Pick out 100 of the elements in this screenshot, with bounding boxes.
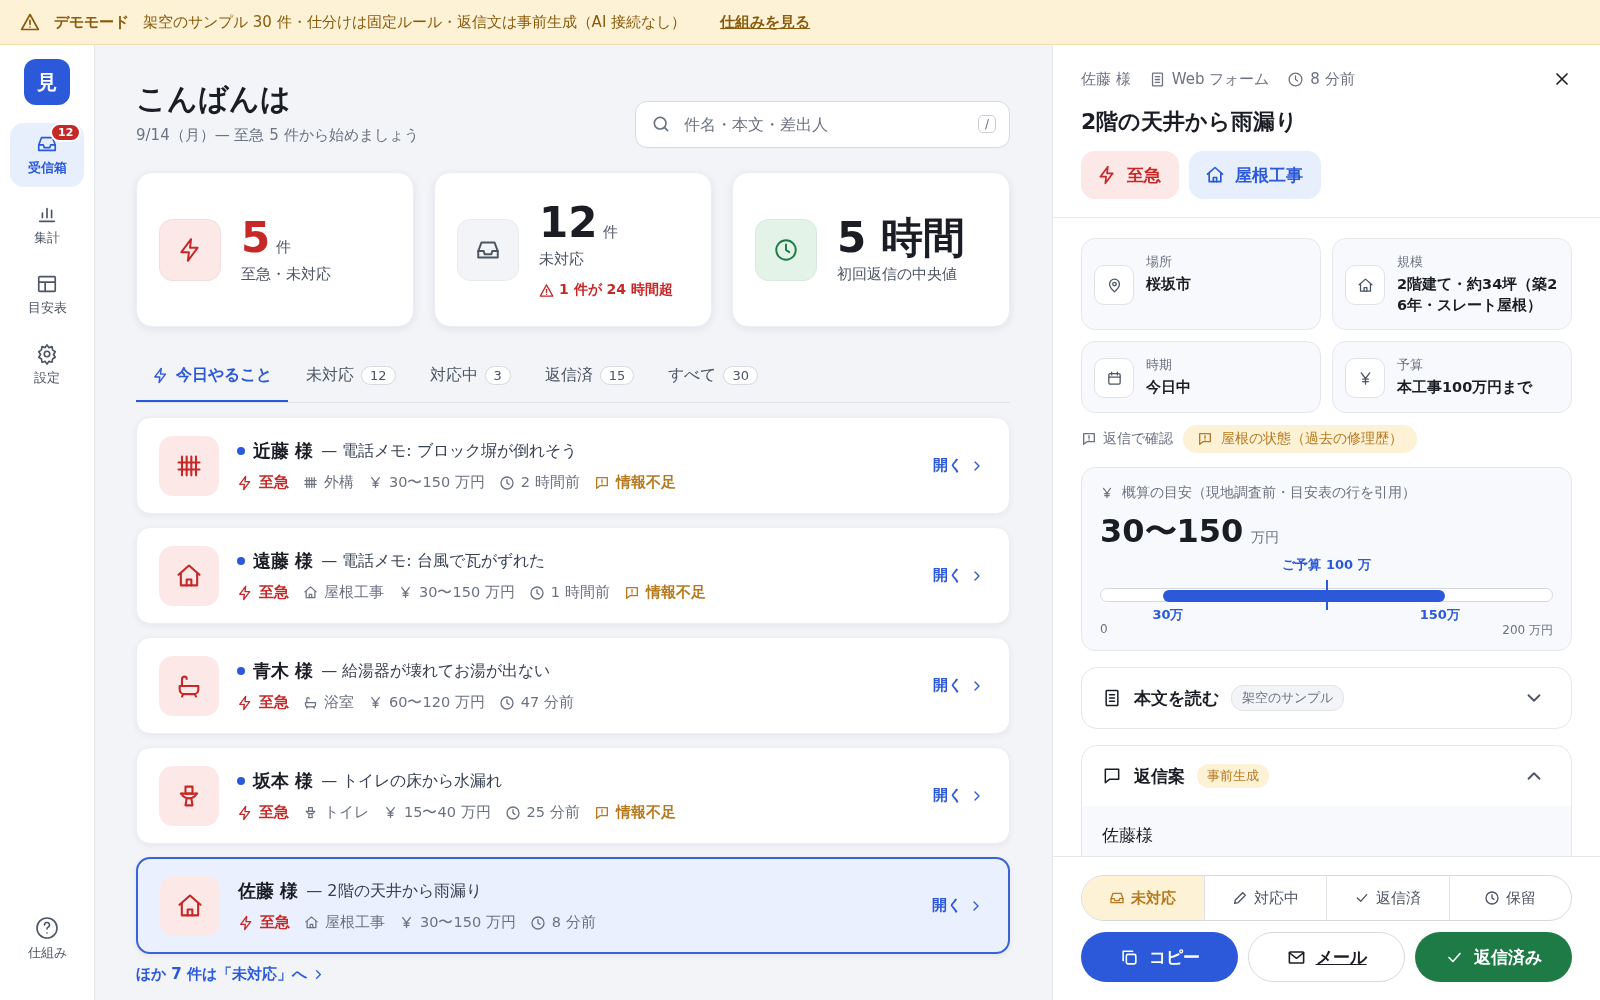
received-time: 2 時間前 (520, 473, 580, 492)
received-time: 25 分前 (526, 803, 580, 822)
speech-bubble-icon (1102, 766, 1122, 786)
section-header[interactable]: 本文を読む 架空のサンプル (1082, 668, 1571, 728)
clock-icon (498, 474, 515, 491)
priority-label: 至急 (259, 583, 289, 602)
category-label: 浴室 (324, 693, 354, 712)
confirm-chip: 屋根の状態（過去の修理歴） (1183, 425, 1417, 453)
inquiry-subject: — 電話メモ: ブロック塀が倒れそう (321, 440, 577, 462)
lightning-icon (1097, 165, 1117, 185)
stat-value: 12 (539, 199, 598, 247)
inquiry-card[interactable]: 坂本 様 — トイレの床から水漏れ 至急 トイレ 15〜40 万円 25 分前 情報不足 開く (136, 747, 1010, 844)
stat-value: 5 (241, 214, 271, 262)
stat-label: 未対応 (539, 250, 585, 270)
filter-tab[interactable]: すべて 30 (652, 353, 774, 402)
lightning-icon (238, 914, 254, 931)
app-logo[interactable]: 見 (24, 59, 70, 105)
inquiry-card[interactable]: 近藤 様 — 電話メモ: ブロック塀が倒れそう 至急 外構 30〜150 万円 2 時間前 情報不足 開く (136, 417, 1010, 514)
overdue-warning-text: 1 件が 24 時間超 (559, 281, 673, 300)
inquiry-card[interactable]: 青木 様 — 給湯器が壊れてお湯が出ない 至急 浴室 60〜120 万円 47 分前 開く (136, 637, 1010, 734)
open-link[interactable]: 開く (933, 456, 985, 475)
sender-name: 佐藤 様 (1081, 69, 1131, 89)
section-badge: 架空のサンプル (1231, 685, 1344, 711)
inquiry-card[interactable]: 遠藤 様 — 電話メモ: 台風で瓦がずれた 至急 屋根工事 30〜150 万円 1 時間前 情報不足 開く (136, 527, 1010, 624)
filter-tab[interactable]: 今日やること (136, 353, 288, 402)
filter-tab[interactable]: 対応中 3 (413, 353, 527, 402)
range-low-label: 30万 (1152, 606, 1184, 624)
open-link[interactable]: 開く (933, 566, 985, 585)
status-option[interactable]: 保留 (1448, 876, 1571, 920)
lightning-icon (237, 584, 253, 601)
toilet-icon (303, 805, 318, 820)
inquiry-card[interactable]: 佐藤 様 — 2階の天井から雨漏り 至急 屋根工事 30〜150 万円 8 分前 開く (136, 857, 1010, 954)
inquiry-title: 2階の天井から雨漏り (1081, 108, 1300, 136)
question-bubble-icon (593, 804, 610, 821)
category-label: トイレ (324, 803, 369, 822)
budget-marker-label: ご予算 100 万 (1282, 556, 1371, 574)
house-icon (1356, 276, 1374, 294)
inbox-icon (1109, 890, 1126, 906)
channel-label: Web フォーム (1171, 69, 1270, 89)
nav-item[interactable]: 12 受信箱 (10, 123, 84, 187)
copy-icon (1119, 947, 1139, 967)
priority-label: 至急 (259, 803, 289, 822)
fact-value: 桜坂市 (1146, 275, 1191, 294)
status-option[interactable]: 対応中 (1203, 876, 1326, 920)
question-bubble-icon (1197, 431, 1213, 447)
open-link[interactable]: 開く (933, 786, 985, 805)
fact-label: 時期 (1146, 356, 1173, 374)
budget-range: 30〜150 万円 (420, 913, 516, 932)
help-icon (35, 916, 59, 940)
clock-icon (528, 584, 545, 601)
count-badge: 15 (599, 366, 635, 385)
filter-tab[interactable]: 未対応 12 (290, 353, 412, 402)
house-icon (304, 915, 319, 930)
section-title: 本文を読む (1134, 686, 1219, 710)
open-link[interactable]: 開く (933, 676, 985, 695)
yen-icon (398, 585, 413, 600)
received-time: 47 分前 (520, 693, 574, 712)
clock-icon (1287, 70, 1305, 88)
section-badge: 事前生成 (1197, 764, 1269, 788)
yen-icon (383, 805, 398, 820)
more-inquiries-link[interactable]: ほか 7 件は「未対応」へ (136, 965, 326, 984)
bathtub-icon (303, 695, 318, 710)
filter-tab[interactable]: 返信済 15 (528, 353, 651, 402)
missing-info-label: 情報不足 (615, 473, 676, 492)
help-nav-item[interactable]: 仕組み (10, 906, 84, 972)
estimate-unit: 万円 (1251, 529, 1280, 547)
nav-item[interactable]: 目安表 (10, 263, 84, 327)
section-title: 返信案 (1134, 764, 1185, 788)
section-header[interactable]: 返信案 事前生成 (1082, 746, 1571, 806)
action-button[interactable]: メール (1248, 932, 1405, 982)
count-badge: 30 (723, 366, 758, 385)
category-label: 外構 (324, 473, 354, 492)
fact-label: 予算 (1397, 356, 1424, 374)
count-badge: 3 (484, 366, 511, 385)
missing-info-label: 情報不足 (645, 583, 706, 602)
inquiry-subject: — トイレの床から水漏れ (321, 770, 503, 792)
how-it-works-link[interactable]: 仕組みを見る (720, 12, 811, 32)
customer-name: 坂本 様 (253, 769, 314, 793)
yen-icon (368, 475, 383, 490)
stat-label: 至急・未対応 (241, 265, 331, 285)
fact-value: 本工事100万円まで (1397, 378, 1533, 397)
received-time: 8 分前 (551, 913, 596, 932)
received-time: 1 時間前 (550, 583, 610, 602)
action-button[interactable]: 返信済み (1415, 932, 1572, 982)
lightning-icon (152, 367, 169, 384)
stat-unit: 件 (603, 222, 619, 242)
question-bubble-icon (593, 474, 610, 491)
action-button[interactable]: コピー (1081, 932, 1238, 982)
lightning-icon (237, 694, 253, 711)
open-link[interactable]: 開く (932, 896, 984, 915)
nav-item[interactable]: 集計 (10, 193, 84, 257)
priority-label: 至急 (260, 913, 290, 932)
inquiry-subject: — 2階の天井から雨漏り (306, 880, 482, 902)
nav-item[interactable]: 設定 (10, 333, 84, 397)
status-option[interactable]: 返信済 (1326, 876, 1449, 920)
calendar-icon (1105, 369, 1123, 387)
inquiry-subject: — 給湯器が壊れてお湯が出ない (321, 660, 551, 682)
stat-unit: 件 (276, 237, 292, 257)
warning-icon (20, 12, 40, 32)
tag-chip: 至急 (1081, 151, 1179, 199)
